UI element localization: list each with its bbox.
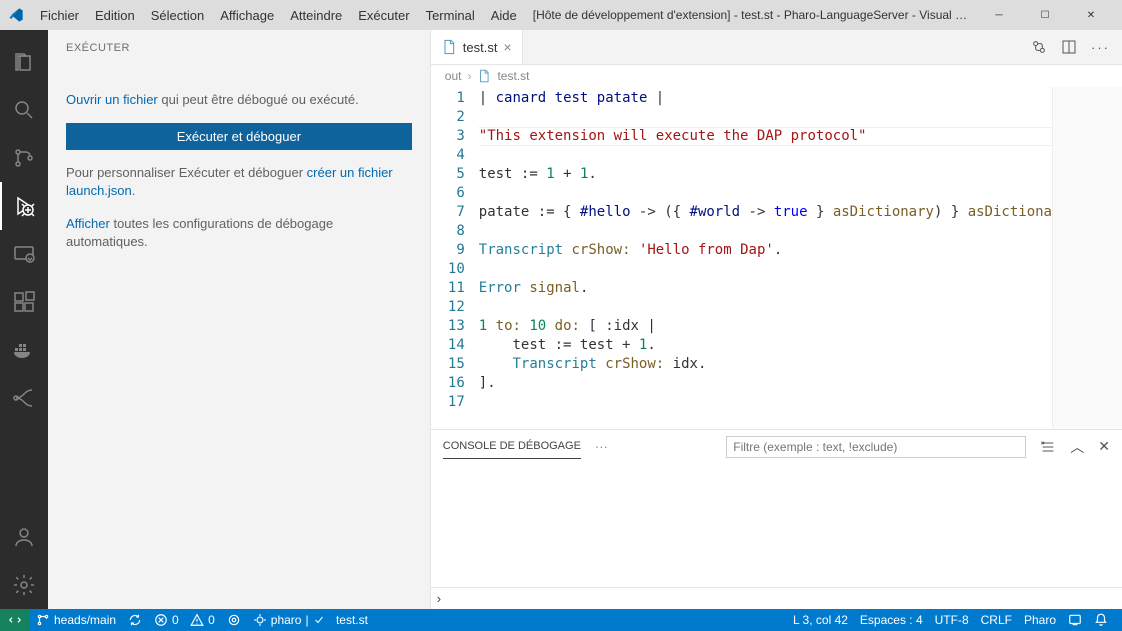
code-line[interactable]: test := test + 1. — [479, 336, 1052, 355]
split-editor-icon[interactable] — [1061, 39, 1077, 55]
code-line[interactable] — [479, 108, 1052, 127]
menu-affichage[interactable]: Affichage — [212, 4, 282, 27]
code-lines[interactable]: | canard test patate | "This extension w… — [479, 87, 1052, 429]
menu-edition[interactable]: Edition — [87, 4, 143, 27]
sidebar-header: EXÉCUTER — [48, 30, 430, 65]
open-file-text: qui peut être débogué ou exécuté. — [158, 92, 359, 107]
debug-console-tab[interactable]: CONSOLE DE DÉBOGAGE — [443, 434, 581, 459]
window-title: [Hôte de développement d'extension] - te… — [525, 8, 976, 22]
more-actions-icon[interactable]: ··· — [1091, 40, 1110, 55]
docker-icon[interactable] — [0, 326, 48, 374]
tab-label: test.st — [463, 40, 498, 55]
git-branch[interactable]: heads/main — [30, 613, 122, 627]
vscode-logo-icon — [8, 7, 24, 23]
editor-tabs: test.st × ··· — [431, 30, 1122, 65]
code-line[interactable] — [479, 222, 1052, 241]
menu-bar: FichierEditionSélectionAffichageAtteindr… — [32, 4, 525, 27]
line-gutter: 1234567891011121314151617 — [431, 87, 479, 429]
code-line[interactable]: 1 to: 10 do: [ :idx | — [479, 317, 1052, 336]
search-icon[interactable] — [0, 86, 48, 134]
eol[interactable]: CRLF — [975, 613, 1018, 627]
tab-test-st[interactable]: test.st × — [431, 30, 523, 64]
maximize-button[interactable]: ☐ — [1022, 0, 1068, 30]
breadcrumb-seg[interactable]: out — [445, 69, 462, 83]
panel-more-icon[interactable]: ··· — [595, 439, 608, 454]
code-line[interactable]: | canard test patate | — [479, 89, 1052, 108]
activity-bar — [0, 30, 48, 609]
ports-icon[interactable] — [221, 613, 247, 627]
window-controls: ─ ☐ ✕ — [976, 0, 1114, 30]
file-icon — [477, 69, 491, 83]
settings-gear-icon[interactable] — [0, 561, 48, 609]
compare-icon[interactable] — [1031, 39, 1047, 55]
editor-area: test.st × ··· out › test.st 123456789101… — [431, 30, 1122, 609]
feedback-icon[interactable] — [1062, 613, 1088, 627]
code-line[interactable]: Transcript crShow: 'Hello from Dap'. — [479, 241, 1052, 260]
menu-aide[interactable]: Aide — [483, 4, 525, 27]
minimap[interactable] — [1052, 87, 1122, 429]
tab-close-icon[interactable]: × — [503, 39, 511, 55]
code-line[interactable]: Transcript crShow: idx. — [479, 355, 1052, 374]
accounts-icon[interactable] — [0, 513, 48, 561]
code-editor[interactable]: 1234567891011121314151617 | canard test … — [431, 87, 1122, 429]
titlebar: FichierEditionSélectionAffichageAtteindr… — [0, 0, 1122, 30]
open-file-link[interactable]: Ouvrir un fichier — [66, 92, 158, 107]
notifications-icon[interactable] — [1088, 613, 1114, 627]
clear-console-icon[interactable] — [1040, 439, 1056, 455]
code-line[interactable]: Error signal. — [479, 279, 1052, 298]
code-line[interactable]: patate := { #hello -> ({ #world -> true … — [479, 203, 1052, 222]
git-graph-icon[interactable] — [0, 374, 48, 422]
source-control-icon[interactable] — [0, 134, 48, 182]
file-icon — [441, 39, 457, 55]
code-line[interactable]: ]. — [479, 374, 1052, 393]
remote-indicator[interactable] — [0, 609, 30, 631]
debug-console-body[interactable] — [431, 463, 1122, 587]
menu-fichier[interactable]: Fichier — [32, 4, 87, 27]
code-line[interactable] — [479, 393, 1052, 412]
debug-target[interactable]: pharo | test.st — [247, 613, 374, 627]
menu-terminal[interactable]: Terminal — [418, 4, 483, 27]
run-debug-icon[interactable] — [0, 182, 48, 230]
customize-text: Pour personnaliser Exécuter et déboguer — [66, 165, 307, 180]
minimize-button[interactable]: ─ — [976, 0, 1022, 30]
menu-sélection[interactable]: Sélection — [143, 4, 212, 27]
run-sidebar: EXÉCUTER Ouvrir un fichier qui peut être… — [48, 30, 431, 609]
encoding[interactable]: UTF-8 — [929, 613, 975, 627]
language-mode[interactable]: Pharo — [1018, 613, 1062, 627]
close-button[interactable]: ✕ — [1068, 0, 1114, 30]
menu-exécuter[interactable]: Exécuter — [350, 4, 417, 27]
code-line[interactable] — [479, 184, 1052, 203]
code-line[interactable]: test := 1 + 1. — [479, 165, 1052, 184]
problems[interactable]: 0 0 — [148, 613, 221, 627]
debug-input-chevron[interactable]: › — [431, 587, 1122, 609]
explorer-icon[interactable] — [0, 38, 48, 86]
breadcrumb-seg[interactable]: test.st — [497, 69, 529, 83]
run-debug-button[interactable]: Exécuter et déboguer — [66, 123, 412, 150]
code-line[interactable] — [479, 298, 1052, 317]
remote-explorer-icon[interactable] — [0, 230, 48, 278]
code-line[interactable] — [479, 146, 1052, 165]
bottom-panel: CONSOLE DE DÉBOGAGE ··· ︿ ✕ › — [431, 429, 1122, 609]
menu-atteindre[interactable]: Atteindre — [282, 4, 350, 27]
close-panel-icon[interactable]: ✕ — [1098, 438, 1110, 455]
cursor-position[interactable]: L 3, col 42 — [787, 613, 854, 627]
extensions-icon[interactable] — [0, 278, 48, 326]
debug-filter-input[interactable] — [726, 436, 1026, 458]
status-bar: heads/main 0 0 pharo | test.st L 3, col … — [0, 609, 1122, 631]
indentation[interactable]: Espaces : 4 — [854, 613, 929, 627]
sync-icon[interactable] — [122, 613, 148, 627]
chevron-right-icon: › — [467, 69, 471, 83]
code-line[interactable] — [479, 260, 1052, 279]
show-link[interactable]: Afficher — [66, 216, 110, 231]
collapse-panel-icon[interactable]: ︿ — [1070, 437, 1084, 457]
breadcrumb[interactable]: out › test.st — [431, 65, 1122, 87]
